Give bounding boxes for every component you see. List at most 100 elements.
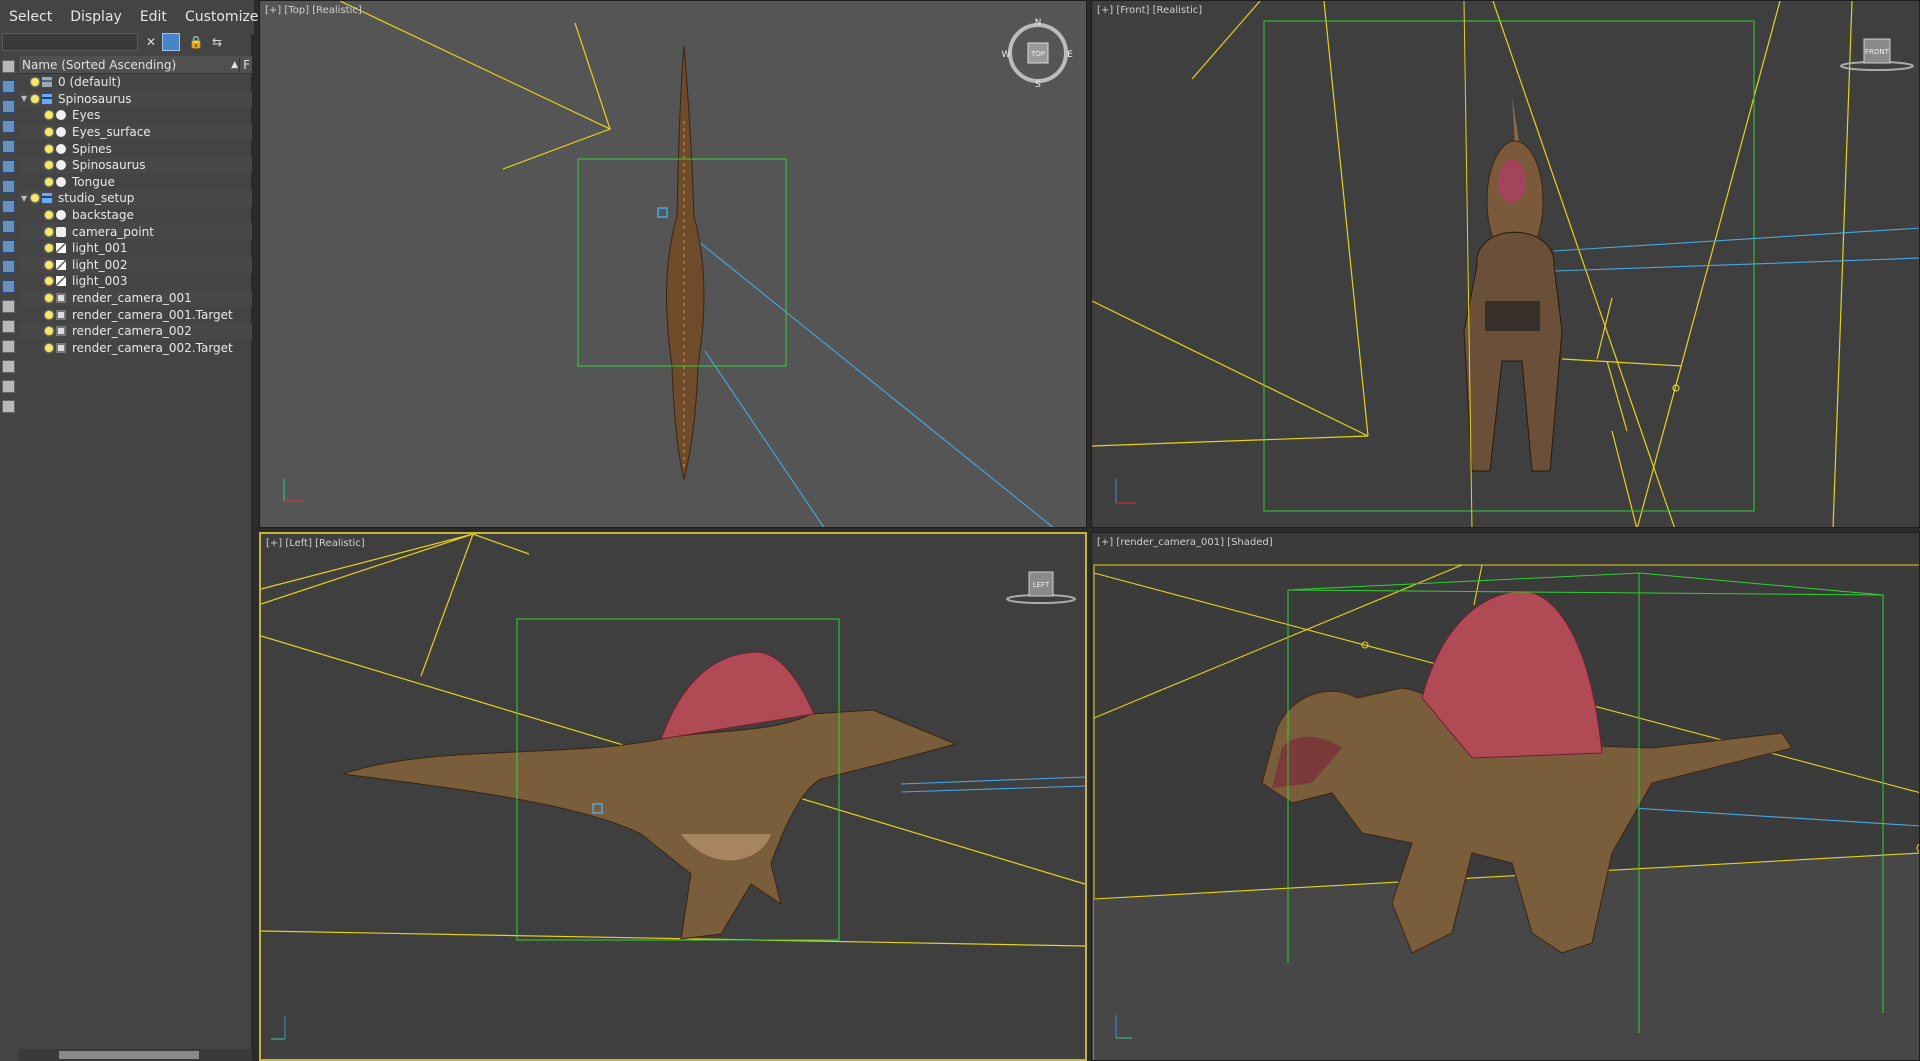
scrollbar-thumb[interactable] xyxy=(59,1051,199,1059)
cameras-filter-icon[interactable] xyxy=(2,180,15,193)
visibility-bulb-icon[interactable] xyxy=(45,211,53,220)
viewport-label[interactable]: [+] [render_camera_001] [Shaded] xyxy=(1097,537,1273,548)
spinosaurus-side-model xyxy=(342,651,958,940)
display-invert-icon[interactable] xyxy=(2,100,15,113)
viewport-top[interactable]: [+] [Top] [Realistic] TOP N E S W xyxy=(259,0,1087,528)
visibility-bulb-icon[interactable] xyxy=(45,111,53,120)
lights-filter-icon[interactable] xyxy=(2,160,15,173)
compass-north: N xyxy=(1035,18,1042,28)
geometry-filter-icon[interactable] xyxy=(2,120,15,133)
spacewarps-filter-icon[interactable] xyxy=(2,220,15,233)
viewport-label[interactable]: [+] [Left] [Realistic] xyxy=(266,538,365,549)
visibility-bulb-icon[interactable] xyxy=(45,260,53,269)
viewport-left-active[interactable]: [+] [Left] [Realistic] LEFT xyxy=(259,532,1087,1061)
name-column-header[interactable]: Name (Sorted Ascending) xyxy=(22,58,176,72)
visibility-bulb-icon[interactable] xyxy=(45,244,53,253)
viewcube[interactable]: FRONT xyxy=(1837,33,1917,73)
bones-filter-icon[interactable] xyxy=(2,280,15,293)
visibility-bulb-icon[interactable] xyxy=(45,177,53,186)
visibility-bulb-icon[interactable] xyxy=(31,194,39,203)
tree-row[interactable]: ▼ Spinosaurus xyxy=(19,90,252,108)
tree-row-label: Eyes xyxy=(72,108,101,123)
viewcube[interactable]: LEFT xyxy=(1001,566,1081,606)
tree-row[interactable]: light_001 xyxy=(19,240,252,257)
visibility-bulb-icon[interactable] xyxy=(45,343,53,352)
tree-row[interactable]: Spines xyxy=(19,140,252,157)
tree-row[interactable]: 0 (default) xyxy=(19,74,252,91)
menu-display[interactable]: Display xyxy=(61,9,131,25)
containers-filter-icon[interactable] xyxy=(2,300,15,313)
visibility-bulb-icon[interactable] xyxy=(45,310,53,319)
visibility-bulb-icon[interactable] xyxy=(31,94,39,103)
tree-row-label: render_camera_001 xyxy=(72,291,192,306)
freeze-column-header[interactable]: F xyxy=(239,57,250,72)
xrefs-filter-icon[interactable] xyxy=(2,260,15,273)
viewcube-face-label: FRONT xyxy=(1865,48,1890,56)
spinosaurus-top-model xyxy=(666,45,705,481)
menu-customize[interactable]: Customize xyxy=(176,9,268,25)
tree-row-label: backstage xyxy=(72,208,134,223)
camera-icon xyxy=(56,309,66,320)
lock-icon[interactable]: 🔒 xyxy=(187,33,205,51)
tree-row-label: Spinosaurus xyxy=(58,91,132,106)
tree-row[interactable]: render_camera_001 xyxy=(19,289,252,307)
frozen-filter-icon[interactable] xyxy=(2,320,15,333)
filter-icon[interactable] xyxy=(2,360,15,373)
layer-icon xyxy=(42,193,52,204)
expand-arrow-icon[interactable]: ▼ xyxy=(21,94,31,103)
helpers-filter-icon[interactable] xyxy=(2,200,15,213)
menu-edit[interactable]: Edit xyxy=(131,9,176,25)
tree-header[interactable]: Name (Sorted Ascending) ▲ F xyxy=(19,56,252,74)
viewport-camera[interactable]: [+] [render_camera_001] [Shaded] xyxy=(1091,532,1920,1061)
axis-tripod-icon xyxy=(283,479,304,502)
tree-row-label: light_001 xyxy=(72,241,128,256)
display-none-icon[interactable] xyxy=(2,60,15,73)
search-input[interactable] xyxy=(2,33,138,51)
tree-row[interactable]: render_camera_001.Target xyxy=(19,306,252,323)
visibility-bulb-icon[interactable] xyxy=(45,128,53,137)
horizontal-scrollbar[interactable] xyxy=(19,1049,252,1061)
viewport-front[interactable]: [+] [Front] [Realistic] FRONT xyxy=(1091,0,1920,528)
tree-row-label: Spines xyxy=(72,141,112,156)
groups-filter-icon[interactable] xyxy=(2,240,15,253)
viewcube-compass[interactable]: TOP N E S W xyxy=(1002,17,1074,89)
visibility-bulb-icon[interactable] xyxy=(45,277,53,286)
visibility-bulb-icon[interactable] xyxy=(45,227,53,236)
layers-icon[interactable] xyxy=(2,380,15,393)
visibility-bulb-icon[interactable] xyxy=(45,294,53,303)
tree-row[interactable]: camera_point xyxy=(19,223,252,240)
hierarchy-icon[interactable] xyxy=(2,400,15,413)
tree-row[interactable]: light_003 xyxy=(19,273,252,290)
shapes-filter-icon[interactable] xyxy=(2,140,15,153)
camera-target-lines xyxy=(1631,807,1919,827)
hidden-filter-icon[interactable] xyxy=(2,340,15,353)
tree-row[interactable]: light_002 xyxy=(19,256,252,274)
viewport-label[interactable]: [+] [Top] [Realistic] xyxy=(265,5,362,16)
tree-row-label: Tongue xyxy=(72,174,115,189)
camera-marker xyxy=(657,207,668,218)
tree-row[interactable]: Tongue xyxy=(19,174,252,191)
tree-row[interactable]: ▼ studio_setup xyxy=(19,190,252,207)
tree-row-label: render_camera_001.Target xyxy=(72,307,233,322)
display-all-icon[interactable] xyxy=(2,80,15,93)
light-gizmo-lines xyxy=(339,1,612,170)
sync-selection-icon[interactable]: ⇆ xyxy=(208,33,226,51)
viewport-label[interactable]: [+] [Front] [Realistic] xyxy=(1097,5,1202,16)
tree-row[interactable]: Eyes xyxy=(19,107,252,124)
tree-row[interactable]: Spinosaurus xyxy=(19,156,252,174)
clear-search-icon[interactable]: ✕ xyxy=(142,33,160,51)
camera-target-lines xyxy=(1553,227,1919,272)
tree-row[interactable]: Eyes_surface xyxy=(19,123,252,141)
visibility-bulb-icon[interactable] xyxy=(45,144,53,153)
visibility-bulb-icon[interactable] xyxy=(45,161,53,170)
tree-row[interactable]: backstage xyxy=(19,207,252,224)
tree-row[interactable]: render_camera_002 xyxy=(19,322,252,340)
find-icon[interactable] xyxy=(162,33,180,51)
scene-explorer-panel: Select Display Edit Customize ✕ 🔒 ⇆ Name… xyxy=(0,0,258,1061)
expand-arrow-icon[interactable]: ▼ xyxy=(21,194,31,203)
compass-west: W xyxy=(1002,50,1011,60)
visibility-bulb-icon[interactable] xyxy=(45,327,53,336)
visibility-bulb-icon[interactable] xyxy=(31,78,39,87)
tree-row[interactable]: render_camera_002.Target xyxy=(19,340,252,357)
menu-select[interactable]: Select xyxy=(0,9,61,25)
